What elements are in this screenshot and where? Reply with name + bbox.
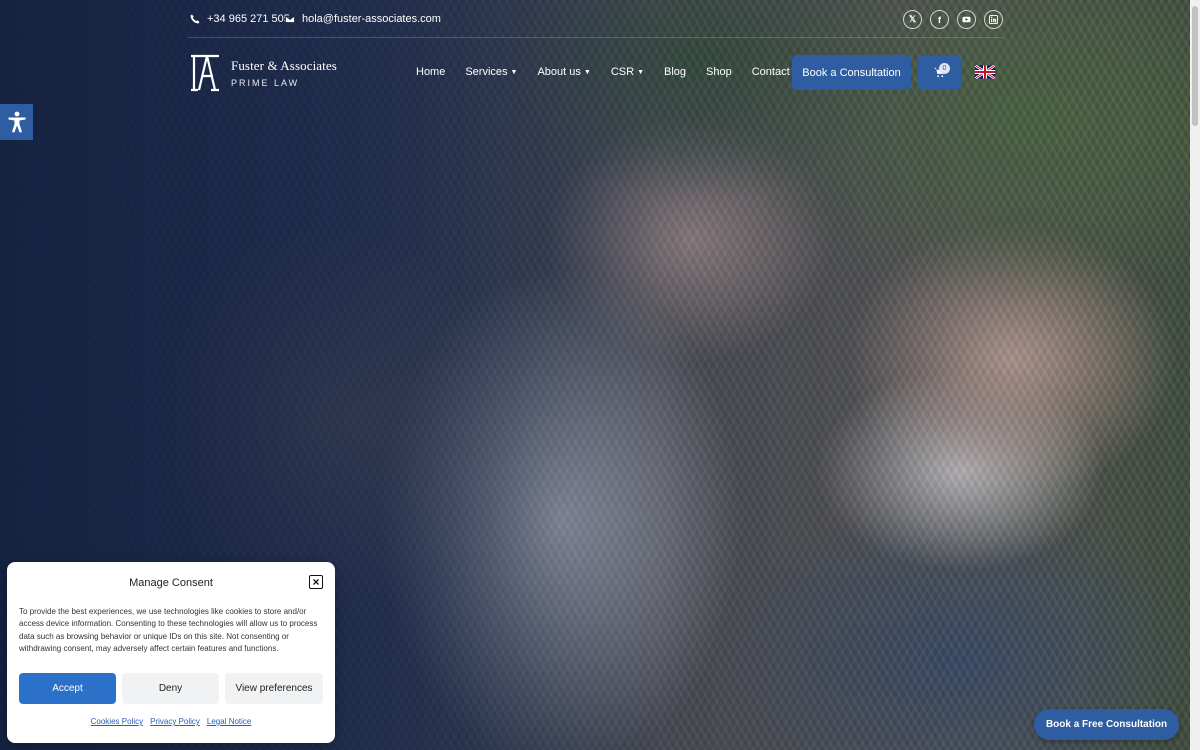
phone-icon — [190, 14, 200, 24]
accessibility-button[interactable] — [0, 104, 33, 140]
consent-title: Manage Consent — [129, 577, 213, 589]
privacy-policy-link[interactable]: Privacy Policy — [150, 717, 200, 726]
nav-shop[interactable]: Shop — [706, 66, 732, 78]
nav-blog[interactable]: Blog — [664, 66, 686, 78]
close-icon[interactable]: × — [309, 575, 323, 589]
social-links: 𝕏 f — [903, 10, 1003, 29]
brand-logo[interactable]: Fuster & Associates PRIME LAW — [188, 54, 337, 92]
phone-number[interactable]: +34 965 271 505 — [207, 13, 290, 25]
cart-button[interactable]: 0 — [918, 55, 961, 90]
cookies-policy-link[interactable]: Cookies Policy — [91, 717, 143, 726]
facebook-icon[interactable]: f — [930, 10, 949, 29]
nav-about-us[interactable]: About us ▼ — [537, 66, 590, 78]
youtube-icon[interactable] — [957, 10, 976, 29]
uk-flag-icon[interactable] — [975, 65, 995, 79]
caret-down-icon: ▼ — [583, 68, 591, 76]
cart-count-badge: 0 — [939, 63, 950, 74]
main-navigation: Home Services ▼ About us ▼ CSR ▼ Blog Shop … — [416, 66, 824, 78]
nav-csr[interactable]: CSR ▼ — [611, 66, 644, 78]
nav-services[interactable]: Services ▼ — [465, 66, 517, 78]
envelope-icon — [285, 15, 295, 23]
caret-down-icon: ▼ — [637, 68, 644, 76]
legal-notice-link[interactable]: Legal Notice — [207, 717, 251, 726]
caret-down-icon: ▼ — [510, 68, 518, 76]
email-address[interactable]: hola@fuster-associates.com — [302, 13, 441, 25]
brand-name: Fuster & Associates — [231, 58, 337, 73]
view-preferences-button[interactable]: View preferences — [225, 673, 323, 704]
page-scrollbar[interactable] — [1190, 0, 1200, 750]
book-consultation-button[interactable]: Book a Consultation — [792, 55, 911, 90]
brand-tagline: PRIME LAW — [231, 78, 300, 88]
accessibility-icon — [8, 111, 25, 133]
x-icon[interactable]: 𝕏 — [903, 10, 922, 29]
phone-contact[interactable]: +34 965 271 505 — [190, 13, 290, 25]
scrollbar-thumb[interactable] — [1192, 6, 1198, 126]
deny-button[interactable]: Deny — [122, 673, 219, 704]
accept-button[interactable]: Accept — [19, 673, 116, 704]
book-free-consultation-button[interactable]: Book a Free Consultation — [1034, 709, 1179, 740]
cookie-consent-dialog: Manage Consent × To provide the best exp… — [7, 562, 335, 743]
email-contact[interactable]: hola@fuster-associates.com — [285, 13, 441, 25]
logo-mark-icon — [191, 54, 219, 92]
linkedin-icon[interactable] — [984, 10, 1003, 29]
nav-home[interactable]: Home — [416, 66, 445, 78]
top-bar: +34 965 271 505 hola@fuster-associates.c… — [188, 0, 1003, 38]
consent-body: To provide the best experiences, we use … — [19, 607, 318, 654]
consent-links: Cookies Policy Privacy Policy Legal Noti… — [7, 717, 335, 726]
